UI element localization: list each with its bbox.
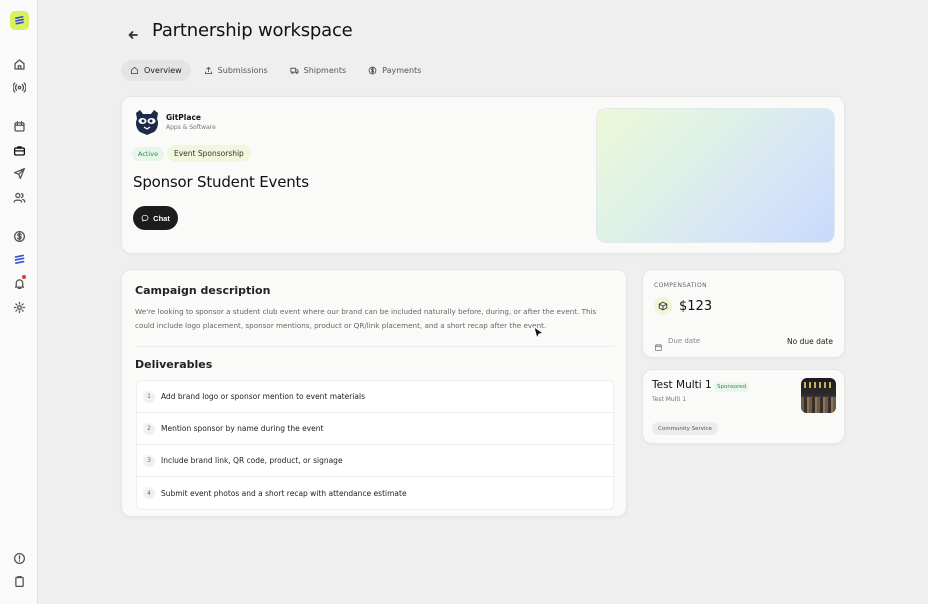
description-heading: Campaign description: [135, 284, 271, 297]
list-item: 2 Mention sponsor by name during the eve…: [137, 413, 613, 445]
brand-category: Apps & Software: [166, 124, 216, 131]
page-title: Partnership workspace: [152, 20, 353, 41]
item-number: 3: [143, 454, 155, 467]
tab-label: Overview: [144, 66, 182, 75]
item-text: Include brand link, QR code, product, or…: [161, 456, 343, 465]
item-text: Add brand logo or sponsor mention to eve…: [161, 392, 365, 401]
briefcase-icon[interactable]: [11, 142, 27, 158]
compensation-card: COMPENSATION $123 Due date No due date: [642, 269, 845, 358]
thumbnail-lights: [804, 382, 833, 388]
sidebar: [0, 0, 38, 604]
campaign-title: Sponsor Student Events: [133, 173, 309, 191]
brand-name[interactable]: GitPlace: [166, 113, 201, 122]
item-number: 4: [143, 487, 155, 499]
campaign-hero-card: GitPlace Apps & Software Active Event Sp…: [121, 96, 845, 254]
users-icon[interactable]: [11, 189, 27, 205]
sponsored-badge: Sponsored: [714, 382, 750, 392]
item-number: 1: [143, 390, 155, 403]
tab-shipments[interactable]: Shipments: [281, 60, 356, 81]
home-icon[interactable]: [11, 56, 27, 72]
category-tag: Community Service: [652, 422, 718, 435]
deliverables-heading: Deliverables: [135, 358, 213, 371]
upload-icon: [204, 66, 212, 75]
raccoon-logo-icon: [136, 110, 158, 135]
calendar-icon: [654, 337, 663, 352]
chat-bubble-icon: [141, 214, 149, 222]
chat-button-label: Chat: [153, 213, 170, 223]
dollar-icon: [368, 66, 377, 75]
dollar-icon[interactable]: [11, 228, 27, 244]
chat-button[interactable]: Chat: [133, 206, 178, 230]
tab-bar: Overview Submissions Shipments Payments: [121, 60, 430, 81]
brand-logo[interactable]: [133, 108, 161, 136]
brand-icon[interactable]: [11, 251, 27, 267]
campaign-type-badge: Event Sponsorship: [167, 145, 251, 162]
due-date-label: Due date: [668, 337, 701, 345]
tab-label: Payments: [382, 66, 422, 75]
mouse-cursor-icon: [533, 326, 544, 340]
status-badge: Active: [132, 147, 165, 161]
truck-icon: [290, 67, 299, 74]
tab-label: Shipments: [303, 66, 347, 75]
due-date-value: No due date: [786, 337, 833, 346]
deliverables-list: 1 Add brand logo or sponsor mention to e…: [136, 380, 614, 510]
help-icon[interactable]: [11, 550, 27, 566]
broadcast-icon[interactable]: [11, 79, 27, 95]
club-thumbnail: [801, 378, 836, 413]
notification-dot: [22, 275, 26, 279]
tab-label: Submissions: [217, 66, 268, 75]
app-logo[interactable]: [10, 11, 29, 30]
campaign-cover-image: [596, 108, 835, 243]
list-item: 4 Submit event photos and a short recap …: [137, 477, 613, 509]
club-name: Test Multi 1: [652, 379, 712, 391]
clipboard-icon[interactable]: [11, 573, 27, 589]
send-icon[interactable]: [11, 165, 27, 181]
campaign-description-card: Campaign description We're looking to sp…: [121, 269, 627, 517]
item-text: Submit event photos and a short recap wi…: [161, 488, 407, 498]
list-item: 3 Include brand link, QR code, product, …: [137, 445, 613, 477]
back-button[interactable]: [126, 28, 140, 42]
compensation-label: COMPENSATION: [654, 282, 707, 289]
bell-icon[interactable]: [11, 275, 27, 291]
brand-mark-icon: [15, 16, 24, 25]
home-icon: [130, 66, 139, 75]
item-text: Mention sponsor by name during the event: [161, 424, 324, 433]
package-icon: [654, 297, 672, 315]
divider: [135, 346, 614, 347]
arrow-left-icon: [128, 31, 138, 39]
club-card[interactable]: Test Multi 1 Sponsored Test Multi 1 Comm…: [642, 369, 845, 444]
list-item: 1 Add brand logo or sponsor mention to e…: [137, 381, 613, 413]
thumbnail-crowd: [801, 397, 836, 413]
calendar-icon[interactable]: [11, 118, 27, 134]
tab-payments[interactable]: Payments: [359, 60, 430, 81]
tab-submissions[interactable]: Submissions: [195, 60, 277, 81]
compensation-amount: $123: [679, 299, 713, 314]
settings-icon[interactable]: [11, 299, 27, 315]
club-subtitle: Test Multi 1: [652, 396, 687, 403]
tab-overview[interactable]: Overview: [121, 60, 191, 81]
item-number: 2: [143, 422, 155, 435]
